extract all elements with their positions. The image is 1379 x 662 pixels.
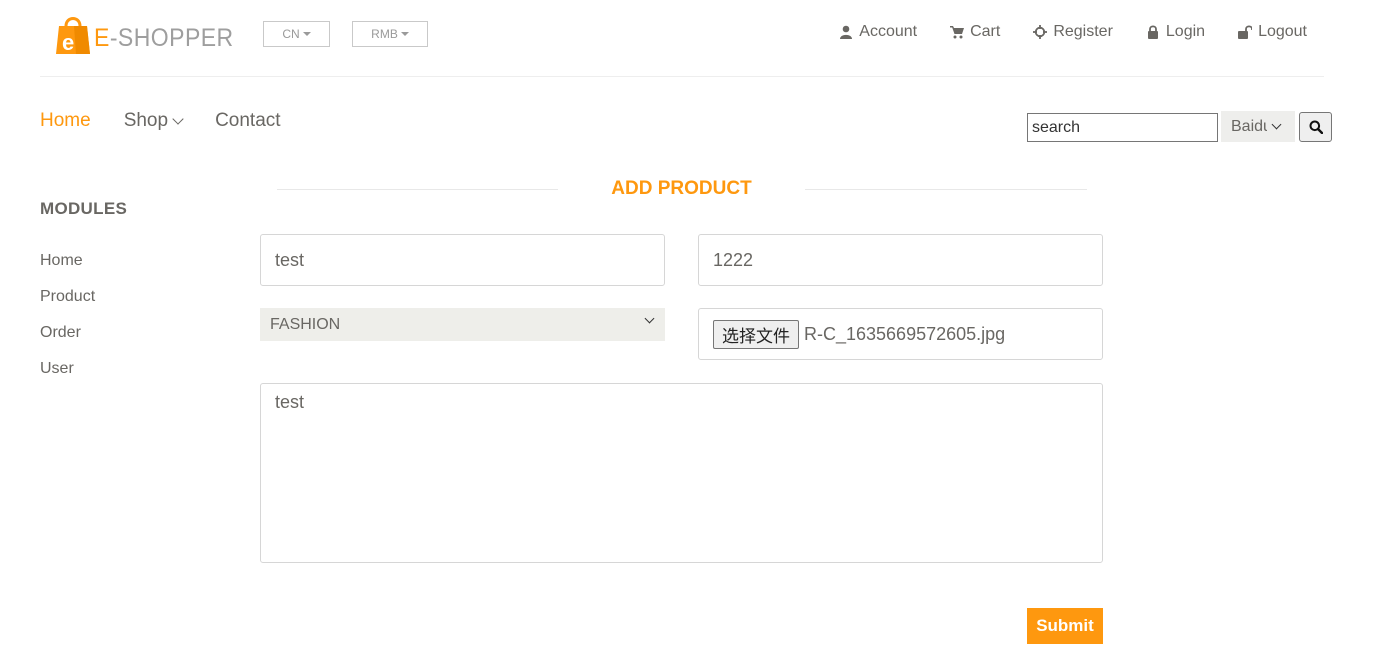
- nav-home[interactable]: Home: [40, 110, 91, 132]
- login-link[interactable]: Login: [1146, 20, 1205, 44]
- chevron-down-icon: [1271, 119, 1282, 130]
- image-file-input: 选择文件 R-C_1635669572605.jpg: [698, 308, 1103, 360]
- product-price-input[interactable]: 1222: [698, 234, 1103, 286]
- search-button[interactable]: [1299, 112, 1332, 142]
- register-label: Register: [1053, 23, 1113, 40]
- search-engine-value: Baidu: [1231, 117, 1267, 135]
- sidebar-menu: Home Product Order User: [40, 250, 95, 394]
- nav-shop-label: Shop: [123, 110, 169, 131]
- file-name: R-C_1635669572605.jpg: [804, 323, 1006, 344]
- sidebar-item-home[interactable]: Home: [40, 250, 95, 286]
- logo[interactable]: e E-SHOPPER: [56, 10, 246, 55]
- shopping-bag-logo-icon: e: [56, 12, 90, 55]
- login-label: Login: [1165, 23, 1206, 40]
- chevron-down-icon: [172, 113, 184, 125]
- nav-contact[interactable]: Contact: [215, 110, 280, 132]
- main-nav: Home Shop Contact: [40, 110, 314, 132]
- choose-file-button[interactable]: 选择文件: [713, 319, 799, 349]
- form-title: ADD PRODUCT: [611, 178, 752, 199]
- product-price-value: 1222: [713, 249, 754, 270]
- header-divider: [40, 76, 1324, 77]
- category-value: FASHION: [270, 315, 341, 333]
- language-label: CN: [282, 27, 300, 41]
- title-divider-left: [277, 189, 558, 190]
- crosshairs-icon: [1033, 25, 1048, 39]
- sidebar-item-user[interactable]: User: [40, 358, 95, 394]
- logo-text: E-SHOPPER: [94, 24, 234, 52]
- search-input[interactable]: [1027, 113, 1218, 142]
- cart-link[interactable]: Cart: [950, 20, 1000, 44]
- currency-dropdown[interactable]: RMB: [352, 21, 428, 47]
- logout-label: Logout: [1258, 23, 1307, 40]
- user-icon: [840, 25, 853, 39]
- lock-icon: [1147, 25, 1158, 39]
- svg-text:e: e: [62, 30, 74, 54]
- title-divider-right: [805, 189, 1087, 190]
- cart-icon: [950, 26, 965, 39]
- chevron-down-icon: [644, 313, 655, 324]
- cart-label: Cart: [970, 23, 1001, 40]
- nav-shop[interactable]: Shop: [123, 110, 184, 132]
- sidebar-item-order[interactable]: Order: [40, 322, 95, 358]
- unlock-icon: [1238, 25, 1253, 39]
- currency-label: RMB: [371, 27, 398, 41]
- caret-down-icon: [400, 32, 409, 36]
- logout-link[interactable]: Logout: [1238, 20, 1307, 44]
- sidebar-item-product[interactable]: Product: [40, 286, 95, 322]
- description-textarea[interactable]: test: [260, 383, 1103, 563]
- sidebar-title: MODULES: [40, 199, 128, 218]
- product-name-value: test: [275, 249, 305, 270]
- language-dropdown[interactable]: CN: [263, 21, 330, 47]
- submit-button[interactable]: Submit: [1027, 608, 1103, 644]
- register-link[interactable]: Register: [1033, 20, 1113, 44]
- description-value: test: [275, 392, 305, 412]
- search-engine-select[interactable]: Baidu: [1221, 111, 1295, 142]
- search-icon: [1309, 120, 1323, 134]
- product-name-input[interactable]: test: [260, 234, 665, 286]
- caret-down-icon: [302, 32, 311, 36]
- header-links: Account Cart Register Login Logout: [806, 20, 1307, 44]
- account-label: Account: [859, 23, 918, 40]
- account-link[interactable]: Account: [839, 20, 917, 44]
- category-select[interactable]: FASHION: [260, 308, 665, 341]
